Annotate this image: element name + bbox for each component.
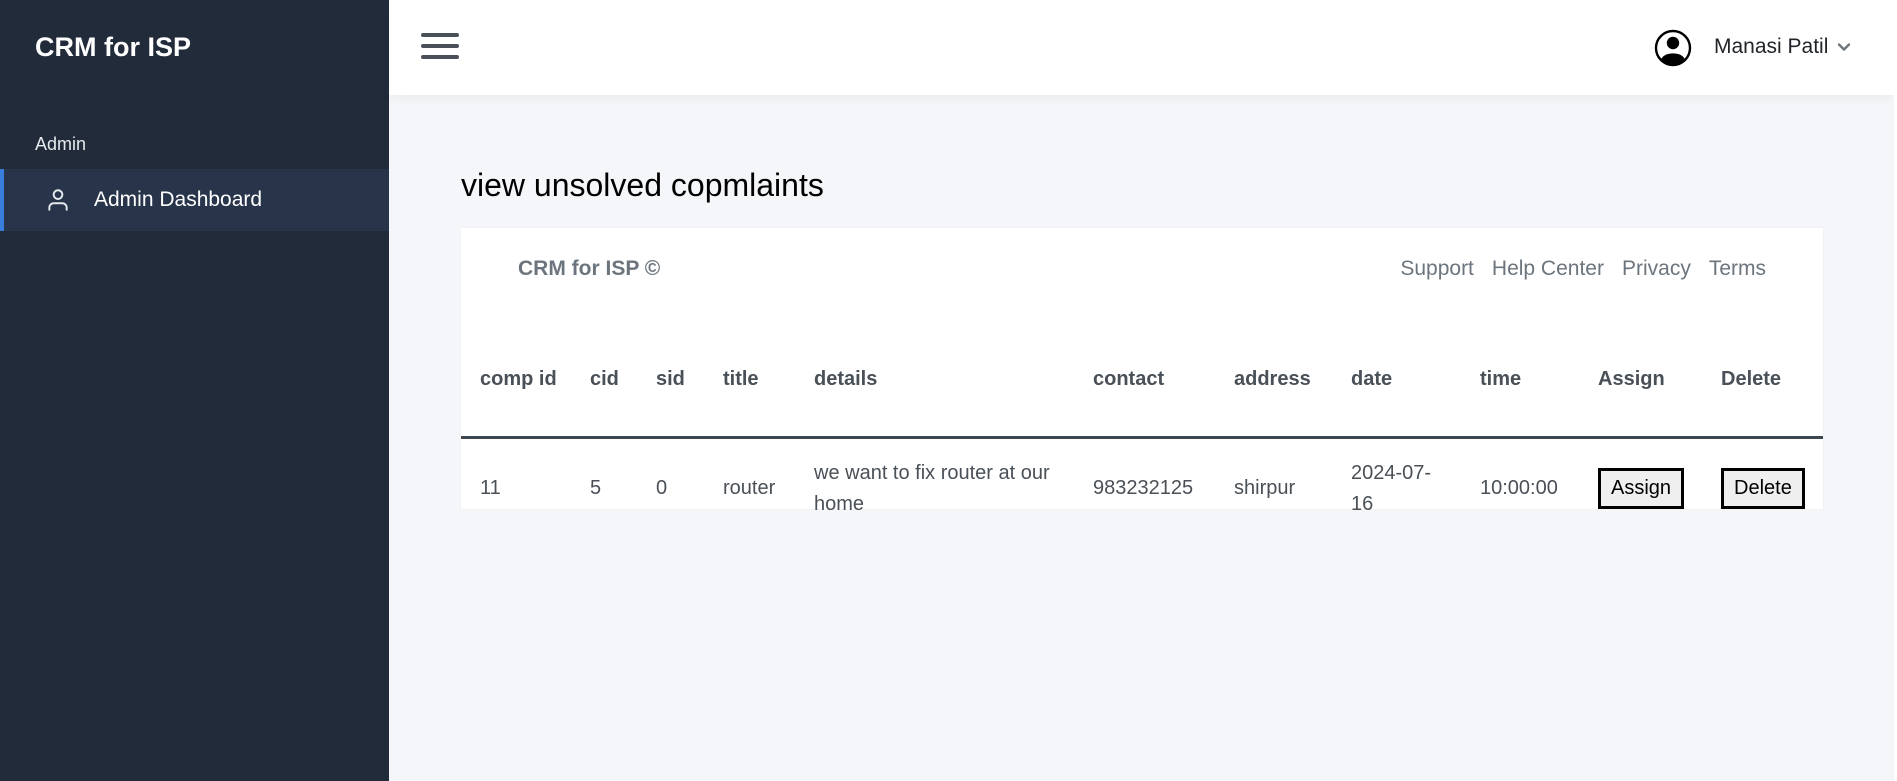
delete-button[interactable]: Delete <box>1721 468 1805 510</box>
cell-assign: Assign <box>1579 437 1702 539</box>
complaints-card: CRM for ISP © Support Help Center Privac… <box>461 228 1823 515</box>
cell-address: shirpur <box>1234 477 1296 500</box>
cell-delete: Delete <box>1702 437 1823 539</box>
col-details: details <box>795 324 1074 439</box>
cell-details: we want to fix router at our home <box>814 461 1050 515</box>
col-address: address <box>1215 324 1332 439</box>
brand-title[interactable]: CRM for ISP <box>35 32 191 63</box>
terms-link[interactable]: Terms <box>1709 257 1766 281</box>
cell-contact: 983232125 <box>1093 477 1194 500</box>
col-cid: cid <box>571 324 637 439</box>
table-row: 11 5 0 router we want to fix router at o… <box>461 437 1823 539</box>
assign-button[interactable]: Assign <box>1598 468 1685 510</box>
privacy-link[interactable]: Privacy <box>1622 257 1691 281</box>
col-comp-id: comp id <box>461 324 571 439</box>
col-date: date <box>1332 324 1461 439</box>
footer-links: Support Help Center Privacy Terms <box>1400 257 1766 281</box>
user-name[interactable]: Manasi Patil <box>1714 35 1828 59</box>
table-header-row: comp id cid sid title details contact ad… <box>461 324 1823 439</box>
complaints-table: comp id cid sid title details contact ad… <box>461 324 1823 539</box>
sidebar-item-admin-dashboard[interactable]: Admin Dashboard <box>0 169 389 231</box>
col-sid: sid <box>637 324 704 439</box>
cell-title: router <box>723 477 776 500</box>
user-icon <box>44 186 72 214</box>
sidebar: CRM for ISP Admin Admin Dashboard <box>0 0 389 781</box>
col-title: title <box>704 324 795 439</box>
sidebar-item-label: Admin Dashboard <box>94 188 263 211</box>
user-circle-icon[interactable] <box>1654 29 1692 67</box>
col-time: time <box>1461 324 1579 439</box>
topbar: Manasi Patil <box>389 0 1894 95</box>
support-link[interactable]: Support <box>1400 257 1474 281</box>
chevron-down-icon[interactable] <box>1837 40 1851 54</box>
cell-sid: 0 <box>656 477 668 500</box>
cell-time: 10:00:00 <box>1480 477 1558 500</box>
help-center-link[interactable]: Help Center <box>1492 257 1604 281</box>
hamburger-icon[interactable] <box>421 31 459 61</box>
col-contact: contact <box>1074 324 1215 439</box>
col-assign: Assign <box>1579 324 1702 439</box>
cell-date: 2024-07-16 <box>1351 461 1432 515</box>
page-title: view unsolved copmlaints <box>461 167 824 203</box>
sidebar-heading: Admin <box>35 134 87 154</box>
card-brand: CRM for ISP © <box>518 257 661 280</box>
cell-cid: 5 <box>590 477 602 500</box>
col-delete: Delete <box>1702 324 1823 439</box>
cell-comp-id: 11 <box>480 477 501 500</box>
